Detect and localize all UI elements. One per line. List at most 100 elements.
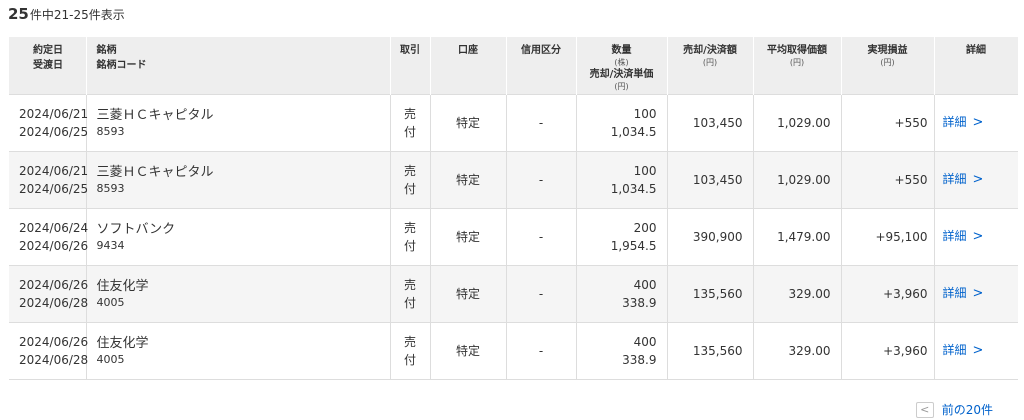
unit-price: 338.9 (622, 295, 657, 310)
header-qty-price: 数量 (株) 売却/決済単価 (円) (576, 37, 668, 94)
credit-type: - (506, 207, 577, 265)
settle-date: 2024/06/25 (19, 124, 89, 139)
trade-date: 2024/06/21 (19, 106, 89, 121)
unit-price: 1,954.5 (610, 238, 657, 253)
header-amount: 売却/決済額 (683, 45, 737, 56)
header-trade-date: 約定日 (33, 45, 63, 56)
date-cell: 2024/06/26 2024/06/28 (9, 321, 89, 380)
settlement-amount: 135,560 (667, 321, 754, 380)
trade-type: 売付 (390, 93, 431, 151)
result-count: 25件中21-25件表示 (8, 5, 125, 23)
settle-date: 2024/06/28 (19, 295, 89, 310)
credit-type: - (506, 264, 577, 322)
unit-price: 338.9 (622, 352, 657, 367)
header-amount-unit: (円) (702, 58, 718, 67)
quantity: 400 (633, 334, 657, 349)
stock-code: 8593 (96, 124, 125, 138)
account-type: 特定 (430, 207, 507, 265)
realized-pl: +95,100 (841, 207, 935, 265)
stock-name: ソフトバンク (96, 221, 176, 237)
header-account: 口座 (430, 37, 507, 94)
header-avg-cost-unit: (円) (789, 58, 805, 67)
stock-name: 住友化学 (96, 278, 149, 294)
unit-price: 1,034.5 (610, 181, 657, 196)
detail-label: 詳細 (942, 343, 967, 357)
detail-cell: 詳細 > (934, 321, 1018, 380)
header-qty-unit: (株) (614, 58, 629, 67)
average-cost: 329.00 (753, 264, 842, 322)
detail-link[interactable]: 詳細 > (942, 115, 984, 130)
stock-name: 三菱ＨＣキャピタル (96, 107, 214, 123)
table-row: 2024/06/26 2024/06/28 住友化学 4005 売付 特定 - 40… (9, 264, 1018, 322)
detail-label: 詳細 (942, 172, 967, 186)
detail-cell: 詳細 > (934, 207, 1018, 265)
trade-type: 売付 (390, 207, 431, 265)
date-cell: 2024/06/24 2024/06/26 (9, 207, 88, 265)
realized-pl: +3,960 (841, 321, 935, 380)
table-row: 2024/06/24 2024/06/26 ソフトバンク 9434 売付 特定 - … (9, 207, 1018, 265)
table-row: 2024/06/26 2024/06/28 住友化学 4005 売付 特定 - 40… (9, 321, 1018, 380)
settle-date: 2024/06/25 (19, 181, 89, 196)
date-cell: 2024/06/21 2024/06/25 (9, 150, 89, 208)
chevron-left-icon[interactable]: < (915, 401, 934, 418)
account-type: 特定 (430, 321, 507, 380)
table-row: 2024/06/21 2024/06/25 三菱ＨＣキャピタル 8593 売付 特定… (9, 93, 1018, 151)
detail-link[interactable]: 詳細 > (942, 286, 984, 301)
settlement-amount: 135,560 (667, 264, 754, 322)
detail-cell: 詳細 > (934, 93, 1018, 151)
chevron-right-icon: > (972, 115, 984, 130)
stock-code: 4005 (96, 295, 125, 309)
header-avg-cost: 平均取得価額 (767, 45, 827, 56)
result-total: 25 (8, 5, 29, 23)
trade-type: 売付 (390, 150, 431, 208)
credit-type: - (506, 93, 577, 151)
average-cost: 329.00 (753, 321, 842, 380)
realized-pl: +550 (841, 93, 935, 151)
trade-history-table: 約定日 受渡日 銘柄 銘柄コード 取引 口座 信用区分 数量 (株) 売却/決済… (9, 37, 1019, 380)
qty-price-cell: 100 1,034.5 (576, 150, 668, 208)
trade-date: 2024/06/26 (19, 334, 89, 349)
table-header-row: 約定日 受渡日 銘柄 銘柄コード 取引 口座 信用区分 数量 (株) 売却/決済… (9, 37, 1019, 94)
credit-type: - (506, 150, 577, 208)
prev-page-link[interactable]: 前の20件 (942, 401, 993, 418)
unit-price: 1,034.5 (610, 124, 657, 139)
settlement-amount: 390,900 (667, 207, 754, 265)
stock-name: 住友化学 (96, 335, 149, 351)
stock-cell: 三菱ＨＣキャピタル 8593 (86, 150, 391, 208)
qty-price-cell: 100 1,034.5 (576, 93, 668, 151)
quantity: 100 (633, 163, 657, 178)
chevron-right-icon: > (972, 229, 984, 244)
stock-name: 三菱ＨＣキャピタル (96, 164, 214, 180)
average-cost: 1,029.00 (753, 150, 842, 208)
trade-date: 2024/06/21 (19, 163, 89, 178)
detail-link[interactable]: 詳細 > (943, 229, 984, 244)
realized-pl: +550 (841, 150, 935, 208)
settle-date: 2024/06/28 (19, 352, 89, 367)
account-type: 特定 (430, 264, 507, 322)
detail-label: 詳細 (942, 286, 967, 300)
header-credit: 信用区分 (506, 37, 577, 94)
trade-type: 売付 (390, 264, 431, 322)
pagination: < 前の20件 (915, 401, 993, 418)
quantity: 200 (633, 220, 657, 235)
trade-type: 売付 (390, 321, 431, 380)
date-cell: 2024/06/26 2024/06/28 (9, 264, 89, 322)
detail-link[interactable]: 詳細 > (942, 172, 984, 187)
detail-link[interactable]: 詳細 > (942, 343, 984, 358)
stock-code: 8593 (96, 181, 125, 195)
table-row: 2024/06/21 2024/06/25 三菱ＨＣキャピタル 8593 売付 特定… (9, 150, 1018, 208)
detail-label: 詳細 (942, 115, 967, 129)
header-pl-unit: (円) (880, 58, 895, 67)
trade-date: 2024/06/26 (19, 277, 89, 292)
account-type: 特定 (430, 93, 507, 151)
result-range: 件中21-25件表示 (29, 8, 125, 22)
qty-price-cell: 200 1,954.5 (576, 207, 668, 265)
detail-cell: 詳細 > (934, 150, 1018, 208)
stock-cell: 住友化学 4005 (86, 321, 391, 380)
chevron-right-icon: > (972, 172, 984, 187)
header-detail: 詳細 (934, 37, 1019, 94)
header-trade-type: 取引 (390, 37, 431, 94)
stock-code: 9434 (96, 238, 125, 252)
header-dates: 約定日 受渡日 (9, 37, 87, 94)
quantity: 400 (633, 277, 657, 292)
